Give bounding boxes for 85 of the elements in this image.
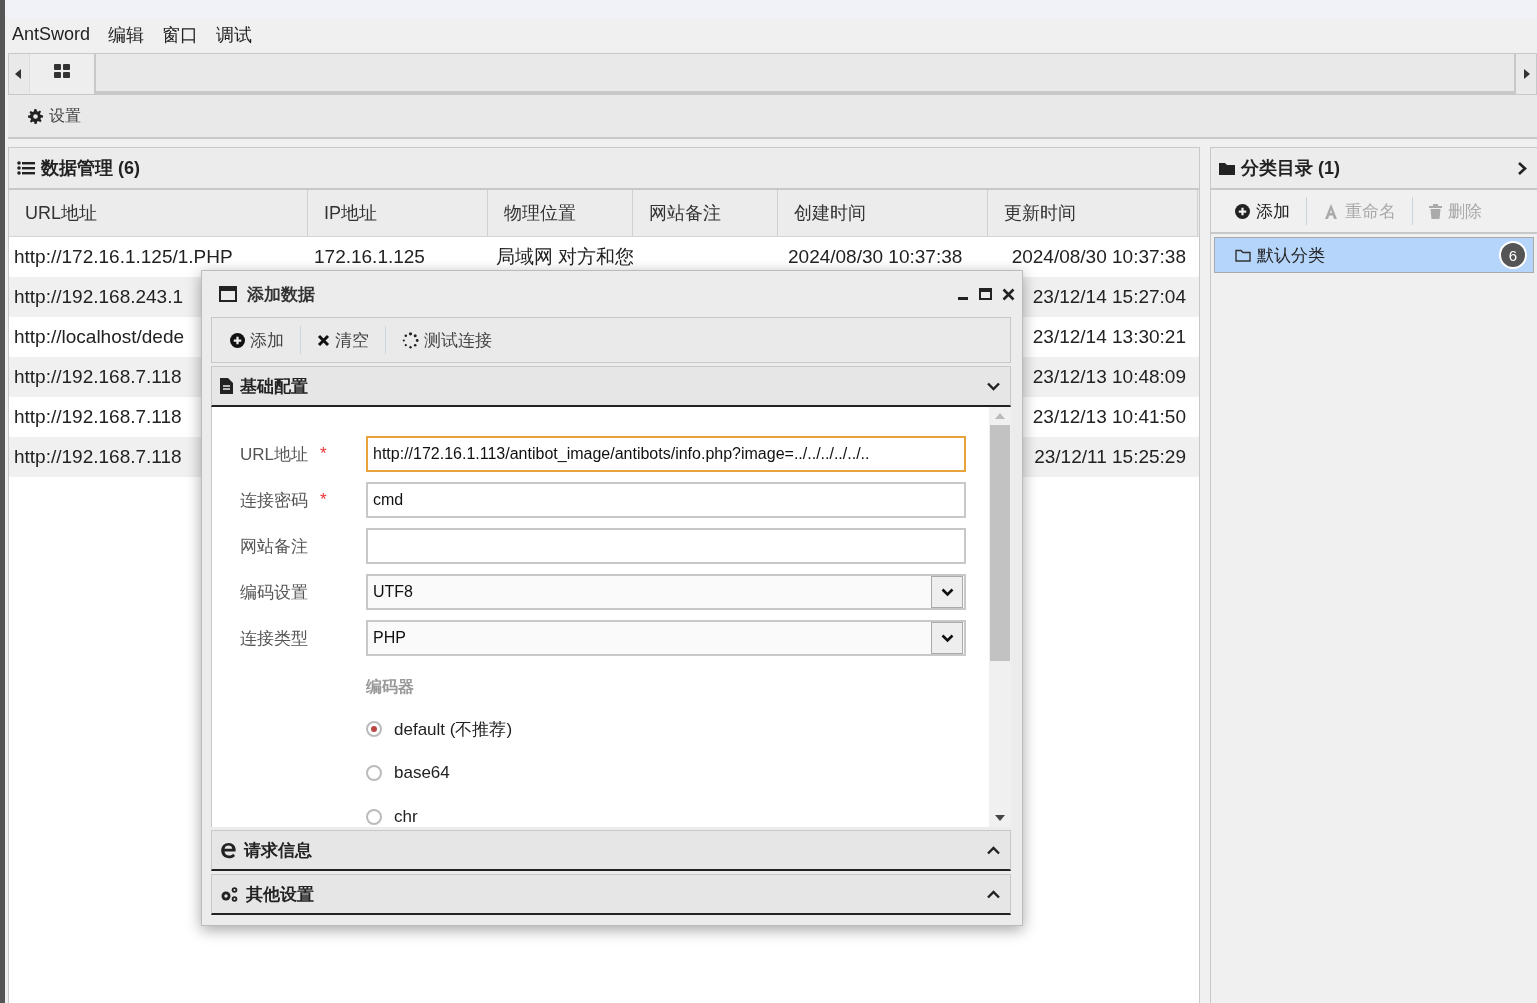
plus-circle-icon [1235, 203, 1250, 219]
table-cell: http://192.168.7.118 [14, 366, 182, 388]
radio-button[interactable] [366, 721, 382, 737]
chevron-down-icon [987, 381, 1000, 391]
gears-icon [220, 885, 239, 903]
field-label: 连接类型 [240, 627, 309, 650]
input-field[interactable] [366, 528, 966, 564]
radio-button[interactable] [366, 765, 382, 781]
field-label: 编码设置 [240, 581, 309, 604]
section-header[interactable]: 请求信息 [211, 830, 1011, 871]
dropdown-icon [931, 576, 963, 608]
add-button[interactable]: 添加 [1231, 199, 1294, 223]
table-cell: 2024/08/30 10:37:38 [1011, 246, 1186, 268]
column-header[interactable]: 更新时间 [988, 190, 1198, 236]
scroll-down-icon[interactable] [995, 815, 1005, 821]
table-cell: 23/12/14 15:27:04 [1032, 286, 1186, 308]
chevron-up-icon [987, 845, 1000, 855]
section-header[interactable]: 基础配置 [211, 366, 1011, 407]
add-button[interactable]: 添加 [226, 328, 288, 352]
table-cell: 172.16.1.125 [314, 246, 425, 268]
window-icon [219, 286, 237, 302]
section-header[interactable]: 其他设置 [211, 874, 1011, 915]
required-mark: * [320, 444, 327, 463]
panel-title: 数据管理 (6) [41, 157, 140, 180]
column-header[interactable]: IP地址 [308, 190, 488, 236]
table-cell: http://192.168.7.118 [14, 446, 182, 468]
table-cell: http://192.168.243.1 [14, 286, 184, 308]
letter-icon [1323, 203, 1339, 219]
dialog-title: 添加数据 [247, 283, 315, 306]
radio-option[interactable]: chr [366, 804, 975, 830]
table-cell: http://192.168.7.118 [14, 406, 182, 428]
menu-item[interactable]: AntSword [12, 24, 91, 45]
select-field[interactable]: UTF8 [366, 574, 966, 610]
panel-title: 分类目录 (1) [1241, 157, 1340, 180]
chevron-right-icon[interactable] [1518, 161, 1527, 175]
scrollbar-thumb[interactable] [990, 425, 1010, 661]
input-field[interactable]: http://172.16.1.113/antibot_image/antibots/info.php?image=../../../../../.. [366, 436, 966, 472]
settings-button[interactable]: 设置 [24, 103, 85, 129]
chevron-up-icon [987, 889, 1000, 899]
dropdown-icon [931, 622, 963, 654]
grid-icon [54, 64, 70, 78]
document-icon [220, 378, 233, 394]
table-cell-text: 局域网 对方和您 [496, 245, 633, 269]
menu-item[interactable]: 调试 [216, 22, 253, 47]
browser-e-icon [220, 841, 237, 859]
grid-tab[interactable] [29, 54, 96, 94]
close-icon[interactable] [1002, 287, 1015, 301]
radio-option[interactable]: base64 [366, 760, 975, 786]
list-icon [17, 161, 35, 175]
column-header[interactable]: 创建时间 [778, 190, 988, 236]
radio-button[interactable] [366, 809, 382, 825]
gear-icon [28, 108, 43, 124]
trash-icon [1429, 203, 1442, 219]
table-cell: 23/12/13 10:48:09 [1032, 366, 1186, 388]
table-cell: 23/12/13 10:41:50 [1032, 406, 1186, 428]
field-label: 连接密码 [240, 489, 309, 512]
menu-item[interactable]: 窗口 [162, 22, 199, 47]
plus-circle-icon [230, 332, 245, 348]
scroll-right-icon[interactable] [1524, 69, 1530, 79]
field-label: 网站备注 [240, 535, 309, 558]
column-header[interactable]: 网站备注 [633, 190, 778, 236]
table-cell: http://172.16.1.125/1.PHP [14, 246, 233, 268]
maximize-icon[interactable] [979, 288, 992, 300]
column-header[interactable]: 物理位置 [488, 190, 633, 236]
menu-item[interactable]: 编辑 [108, 22, 145, 47]
input-field[interactable]: cmd [366, 482, 966, 518]
table-cell: 23/12/11 15:25:29 [1034, 446, 1186, 468]
field-label: URL地址 [240, 443, 309, 466]
clear-button[interactable]: 清空 [313, 328, 373, 352]
spinner-icon [402, 331, 419, 349]
column-header[interactable]: URL地址 [9, 190, 308, 236]
category-item[interactable]: 默认分类 6 [1214, 237, 1534, 273]
folder-icon [1219, 161, 1235, 175]
table-cell: 2024/08/30 10:37:38 [788, 246, 963, 268]
count-badge: 6 [1499, 241, 1527, 269]
test-connection-button[interactable]: 测试连接 [398, 328, 496, 352]
scroll-left-icon[interactable] [15, 69, 21, 79]
cross-icon [317, 333, 330, 347]
radio-option[interactable]: default (不推荐) [366, 716, 975, 742]
encoder-label: 编码器 [366, 677, 415, 697]
folder-icon [1235, 248, 1251, 262]
required-mark: * [320, 490, 327, 509]
select-field[interactable]: PHP [366, 620, 966, 656]
table-cell: 23/12/14 13:30:21 [1032, 326, 1186, 348]
table-cell: http://localhost/dede [14, 326, 185, 348]
